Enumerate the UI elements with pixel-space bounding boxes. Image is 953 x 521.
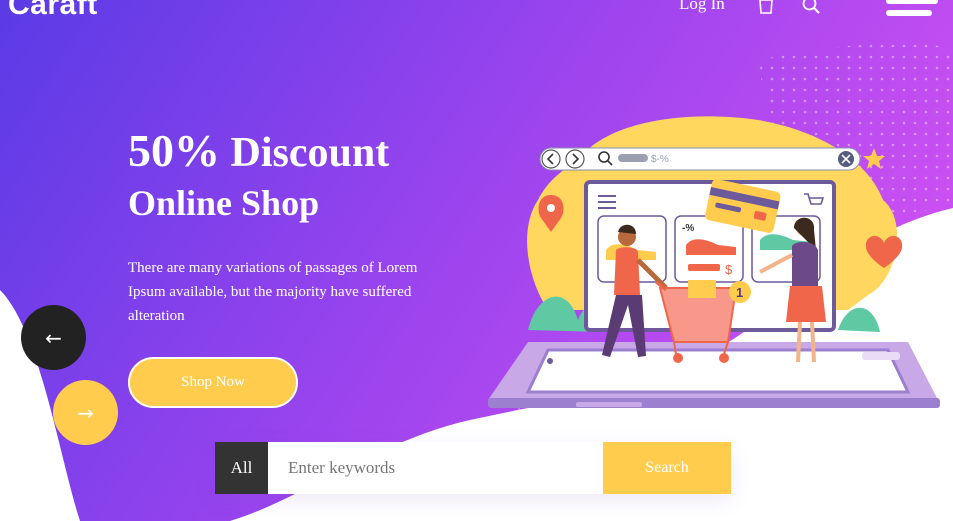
arrow-right-icon: → — [77, 400, 94, 425]
hero-title: 50% Discount Online Shop — [128, 126, 389, 228]
shopping-bag-icon[interactable] — [757, 0, 775, 14]
hero-title-line2: Online Shop — [128, 183, 320, 223]
hero-title-discount: Discount — [230, 130, 390, 176]
category-dropdown[interactable]: All — [215, 442, 268, 494]
search-button[interactable]: Search — [603, 442, 731, 494]
browser-back-icon — [541, 149, 561, 169]
shop-now-button[interactable]: Shop Now — [128, 357, 298, 408]
login-link[interactable]: Log In — [679, 0, 725, 14]
brand-logo[interactable]: Caraft — [8, 0, 98, 22]
keyword-search-input[interactable] — [268, 442, 603, 494]
star-icon — [863, 148, 885, 169]
plant-right — [838, 307, 880, 332]
slider-prev-button[interactable]: ← — [21, 305, 86, 370]
arrow-left-icon: ← — [45, 325, 62, 350]
slider-next-button[interactable]: → — [53, 380, 118, 445]
hamburger-menu-icon[interactable] — [886, 0, 938, 20]
browser-forward-icon — [565, 149, 585, 169]
price-tag: $ — [725, 262, 733, 277]
search-icon[interactable] — [802, 0, 820, 14]
search-bar: All Search — [215, 442, 731, 494]
hero-title-percent: 50% — [128, 125, 220, 176]
hero-description: There are many variations of passages of… — [128, 260, 418, 324]
browser-search-text: $-% — [651, 154, 669, 165]
cart-badge: 1 — [736, 285, 743, 300]
discount-tag: -% — [682, 223, 694, 234]
online-shopping-illustration: $-% -% $ 1 — [488, 116, 940, 408]
